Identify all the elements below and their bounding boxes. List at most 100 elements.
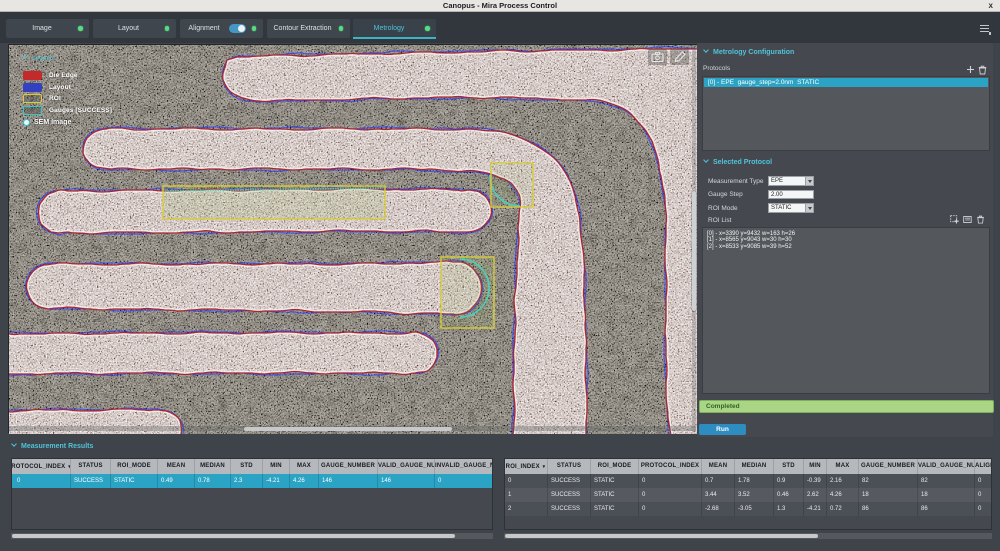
tab-label: Layout <box>117 25 140 32</box>
left-table-scrollbar-thumb[interactable] <box>12 534 455 538</box>
legend-swatch <box>23 105 42 115</box>
table-cell: 2.62 <box>804 488 827 502</box>
column-header[interactable]: GAUGE_NUMBER <box>859 459 918 474</box>
dropdown-arrow-icon[interactable] <box>805 177 813 185</box>
field-select[interactable]: STATIC <box>768 203 814 213</box>
edit-roi-icon[interactable] <box>963 215 972 224</box>
roi-item[interactable]: [1] - x=8565 y=9043 w=30 h=30 <box>703 237 989 244</box>
close-icon[interactable]: x <box>989 0 993 11</box>
column-header[interactable]: STATUS <box>548 459 591 474</box>
tab-contour-extraction[interactable]: Contour Extraction <box>266 19 350 38</box>
run-button[interactable]: Run <box>699 424 746 435</box>
results-section-header[interactable]: Measurement Results <box>11 441 93 450</box>
roi-item[interactable]: [0] - x=3390 y=9432 w=163 h=26 <box>703 231 989 238</box>
status-dot <box>251 26 256 31</box>
column-header[interactable]: INVALID_GAUGE_NUMBER <box>435 459 492 474</box>
table-cell: 3.44 <box>702 488 735 502</box>
dropdown-arrow-icon[interactable] <box>805 204 813 212</box>
table-cell: 0.7 <box>702 474 735 488</box>
table-cell: 0.78 <box>195 474 231 488</box>
table-cell: 0.49 <box>158 474 195 488</box>
protocol-item[interactable]: [0] - EPE gauge_step=2.0nm STATIC <box>704 78 988 87</box>
table-row[interactable]: 0 SUCCESS STATIC 0 0.7 1.78 0.9 -0.39 2.16 82 82 0 <box>505 474 991 488</box>
column-header[interactable]: VALID_GAUGE_NUMBER <box>918 459 975 474</box>
measurement-results-section: Measurement Results PROTOCOL_INDEX ▼STAT… <box>0 437 1000 551</box>
column-header[interactable]: MEDIAN <box>735 459 774 474</box>
title-bar: Canopus - Mira Process Control x <box>0 0 1000 12</box>
column-header[interactable]: PROTOCOL_INDEX ▼ <box>12 459 71 474</box>
right-table-scrollbar-thumb[interactable] <box>505 534 818 538</box>
delete-protocol-icon[interactable] <box>978 65 987 75</box>
pencil-button[interactable] <box>670 49 689 65</box>
tab-image[interactable]: Image <box>6 19 89 38</box>
legend-label: Layout <box>49 83 71 91</box>
status-dot <box>164 26 169 31</box>
table-row[interactable]: 2 SUCCESS STATIC 0 -2.68 -3.05 1.3 -4.21 0.72 86 8… <box>505 502 991 516</box>
snapshot-button[interactable] <box>648 49 667 65</box>
viewer-horizontal-scrollbar-thumb[interactable] <box>244 426 452 431</box>
field-select[interactable]: EPE <box>768 176 814 186</box>
column-header[interactable]: ALIGNED <box>975 459 991 474</box>
table-row[interactable]: 0 SUCCESS STATIC 0.49 0.78 2.3 -4.21 4.26 146 146… <box>12 474 492 488</box>
column-header[interactable]: MAX <box>827 459 859 474</box>
alignment-toggle[interactable] <box>228 24 246 33</box>
table-cell: 4.26 <box>290 474 319 488</box>
table-row[interactable]: 1 SUCCESS STATIC 0 3.44 3.52 0.46 2.62 4.26 18 18 0 <box>505 488 991 502</box>
column-header[interactable]: ROI_INDEX ▼ <box>505 459 548 474</box>
legend-item: Layout <box>23 82 153 92</box>
tab-label: Metrology <box>373 25 405 32</box>
protocol-results-table: PROTOCOL_INDEX ▼STATUSROI_MODEMEANMEDIAN… <box>11 458 493 530</box>
viewer-vertical-scrollbar[interactable] <box>691 45 696 432</box>
table-cell: 0.46 <box>774 488 804 502</box>
tab-metrology[interactable]: Metrology <box>353 19 436 39</box>
legend-swatch <box>23 71 42 80</box>
sem-image-toggle[interactable]: SEM Image <box>23 118 153 126</box>
table-cell: SUCCESS <box>548 502 591 516</box>
tab-layout[interactable]: Layout <box>92 19 176 38</box>
legend-item: ROI <box>23 94 153 103</box>
table-cell: 4.26 <box>827 488 859 502</box>
table-cell: SUCCESS <box>71 474 111 488</box>
column-header[interactable]: VALID_GAUGE_NUMBER <box>378 459 435 474</box>
field-input[interactable]: 2.00 <box>768 189 814 200</box>
table-cell: -4.21 <box>804 502 827 516</box>
roi-list[interactable]: [0] - x=3390 y=9432 w=163 h=26 [1] - x=85… <box>702 227 990 394</box>
table-cell: 0 <box>975 474 991 488</box>
left-table-scrollbar[interactable] <box>11 533 493 539</box>
delete-roi-icon[interactable] <box>976 215 985 224</box>
column-header[interactable]: MAX <box>290 459 319 474</box>
column-header[interactable]: MEDIAN <box>195 459 231 474</box>
column-header[interactable]: STATUS <box>71 459 111 474</box>
column-header[interactable]: MEAN <box>158 459 195 474</box>
column-header[interactable]: ROI_MODE <box>591 459 639 474</box>
column-header[interactable]: ROI_MODE <box>111 459 158 474</box>
tab-alignment[interactable]: Alignment <box>179 19 263 38</box>
selected-protocol-header[interactable]: Selected Protocol <box>703 157 772 166</box>
right-table-scrollbar[interactable] <box>504 533 992 539</box>
table-cell: SUCCESS <box>548 474 591 488</box>
roi-item[interactable]: [2] - x=8533 y=9085 w=39 h=52 <box>703 244 989 251</box>
add-roi-icon[interactable] <box>950 215 959 224</box>
legend-label: Gauges [SUCCESS] <box>49 106 113 114</box>
column-header[interactable]: PROTOCOL_INDEX <box>639 459 702 474</box>
column-header[interactable]: MEAN <box>702 459 735 474</box>
menu-icon[interactable] <box>980 24 991 35</box>
viewer-vertical-scrollbar-thumb[interactable] <box>692 191 696 311</box>
config-section-header[interactable]: Metrology Configuration <box>703 47 794 56</box>
toggle-knob <box>238 25 245 32</box>
column-header[interactable]: MIN <box>263 459 290 474</box>
table-cell: 0 <box>639 488 702 502</box>
sort-arrow-icon: ▼ <box>541 464 547 469</box>
column-header[interactable]: GAUGE_NUMBER <box>319 459 378 474</box>
table-cell: STATIC <box>591 474 639 488</box>
protocols-list[interactable]: [0] - EPE gauge_step=2.0nm STATIC <box>702 76 990 151</box>
viewer-horizontal-scrollbar[interactable] <box>9 426 696 431</box>
add-protocol-icon[interactable] <box>966 65 975 74</box>
table-cell: 2.3 <box>231 474 263 488</box>
column-header[interactable]: STD <box>774 459 804 474</box>
column-header[interactable]: MIN <box>804 459 827 474</box>
legend-title[interactable]: Legend <box>22 53 153 62</box>
status-bar: Completed <box>699 400 994 413</box>
column-header[interactable]: STD <box>231 459 263 474</box>
sem-toggle-label: SEM Image <box>34 118 72 126</box>
